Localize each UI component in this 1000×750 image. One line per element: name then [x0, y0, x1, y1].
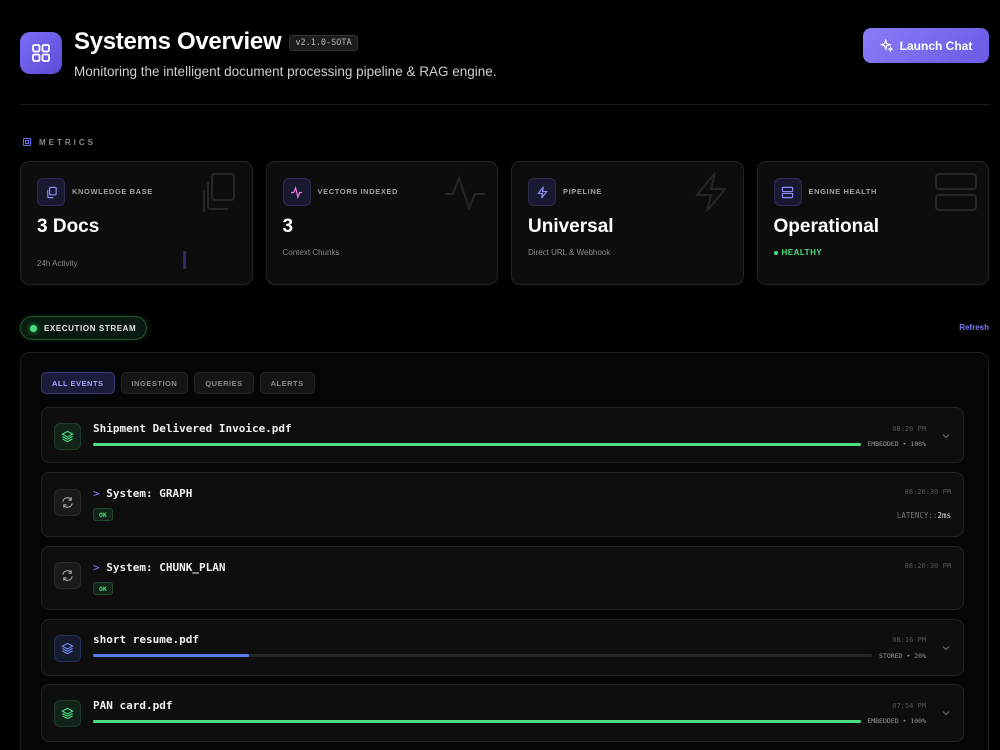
event-title: PAN card.pdf: [93, 699, 173, 712]
event-filter-tabs: ALL EVENTS INGESTION QUERIES ALERTS: [41, 372, 315, 394]
launch-chat-button[interactable]: Launch Chat: [863, 28, 989, 63]
metric-value: Universal: [528, 216, 614, 237]
live-indicator-dot: [30, 324, 37, 332]
chevron-down-icon[interactable]: [941, 708, 951, 718]
activity-sparkline-bar: [183, 251, 186, 269]
page-title: Systems Overview: [74, 28, 282, 55]
dashboard-icon: [20, 32, 62, 74]
version-badge: v2.1.0-SOTA: [289, 35, 358, 51]
zap-watermark-icon: [689, 170, 733, 219]
progress-fill: [93, 443, 861, 446]
zap-icon: [528, 178, 556, 206]
layers-icon: [54, 635, 81, 662]
server-watermark-icon: [934, 170, 978, 219]
latency-readout: LATENCY::2ms: [896, 511, 951, 520]
event-time: 07:54 PM: [892, 702, 926, 710]
metric-subtext: 24h Activity: [37, 259, 78, 268]
metric-label: VECTORS INDEXED: [317, 187, 399, 196]
event-stream-panel: ALL EVENTS INGESTION QUERIES ALERTS Ship…: [20, 352, 989, 750]
metric-subtext: Context Chunks: [282, 248, 340, 257]
event-status: EMBEDDED • 100%: [867, 717, 926, 725]
event-title: Shipment Delivered Invoice.pdf: [93, 422, 292, 435]
event-row[interactable]: PAN card.pdf 07:54 PM EMBEDDED • 100%: [41, 684, 964, 742]
event-row[interactable]: Shipment Delivered Invoice.pdf 08:20 PM …: [41, 407, 964, 463]
event-time: 08:16 PM: [892, 636, 926, 644]
event-row[interactable]: > System: GRAPH 08:20:30 PM OK LATENCY::…: [41, 472, 964, 537]
filter-alerts[interactable]: ALERTS: [259, 372, 315, 394]
metric-label: PIPELINE: [563, 187, 602, 196]
sparkles-icon: [879, 39, 893, 52]
metrics-grid: KNOWLEDGE BASE 3 Docs 24h Activity VECTO…: [20, 161, 989, 285]
progress-bar: [93, 654, 872, 657]
progress-fill: [93, 654, 249, 657]
activity-icon: [282, 178, 311, 206]
page-header: Systems Overview v2.1.0-SOTA Monitoring …: [20, 28, 989, 90]
refresh-icon: [54, 489, 81, 516]
refresh-link[interactable]: Refresh: [959, 323, 989, 332]
metric-card-knowledge-base: KNOWLEDGE BASE 3 Docs 24h Activity: [20, 161, 253, 285]
metric-subtext: Direct URL & Webhook: [528, 248, 611, 257]
event-time: 08:20:30 PM: [904, 562, 951, 570]
documents-icon: [37, 178, 65, 206]
event-time: 08:20:30 PM: [904, 488, 951, 496]
status-badge: OK: [93, 508, 113, 521]
event-status: EMBEDDED • 100%: [867, 440, 926, 448]
metric-card-vectors-indexed: VECTORS INDEXED 3 Context Chunks: [265, 161, 498, 285]
progress-bar: [93, 443, 861, 446]
chip-icon: [23, 138, 31, 146]
layers-icon: [54, 700, 81, 727]
header-divider: [20, 104, 989, 105]
event-row[interactable]: > System: CHUNK_PLAN 08:20:30 PM OK: [41, 546, 964, 610]
execution-stream-label: EXECUTION STREAM: [20, 316, 148, 340]
filter-queries[interactable]: QUERIES: [194, 372, 254, 394]
event-row[interactable]: short resume.pdf 08:16 PM STORED • 20%: [41, 619, 964, 676]
event-title: > System: CHUNK_PLAN: [93, 561, 226, 574]
chevron-down-icon[interactable]: [941, 431, 951, 441]
activity-watermark-icon: [443, 170, 487, 219]
refresh-icon: [54, 562, 81, 589]
metrics-section-label: METRICS: [22, 137, 96, 147]
event-title: > System: GRAPH: [93, 487, 193, 500]
event-title: short resume.pdf: [93, 633, 199, 646]
filter-all-events[interactable]: ALL EVENTS: [41, 372, 115, 394]
launch-chat-label: Launch Chat: [899, 38, 973, 53]
chevron-down-icon[interactable]: [941, 643, 951, 653]
metric-card-pipeline: PIPELINE Universal Direct URL & Webhook: [511, 161, 744, 285]
layers-icon: [54, 423, 81, 450]
documents-watermark-icon: [198, 170, 242, 219]
metric-label: KNOWLEDGE BASE: [72, 187, 153, 196]
metric-card-engine-health: ENGINE HEALTH Operational HEALTHY: [756, 161, 989, 285]
event-time: 08:20 PM: [892, 425, 926, 433]
metric-value: Operational: [773, 216, 880, 237]
progress-fill: [93, 720, 861, 723]
metric-label: ENGINE HEALTH: [808, 187, 877, 196]
event-status: STORED • 20%: [879, 652, 926, 660]
progress-bar: [93, 720, 861, 723]
status-badge: OK: [93, 582, 113, 595]
health-status: HEALTHY: [773, 248, 823, 257]
status-dot: [773, 250, 778, 255]
filter-ingestion[interactable]: INGESTION: [120, 372, 189, 394]
metric-value: 3: [282, 216, 294, 237]
metric-value: 3 Docs: [37, 216, 100, 237]
server-icon: [773, 178, 802, 206]
page-subtitle: Monitoring the intelligent document proc…: [74, 64, 497, 79]
